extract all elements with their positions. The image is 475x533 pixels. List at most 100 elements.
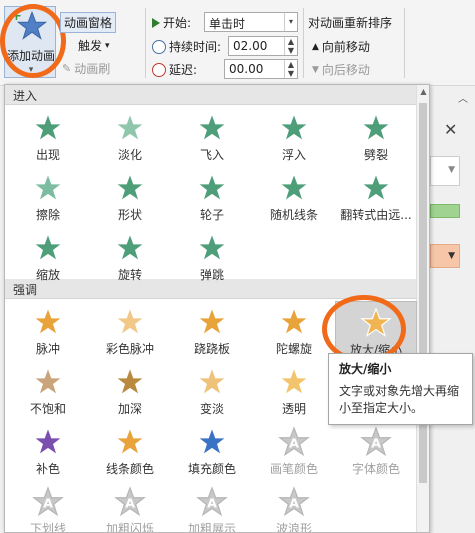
close-icon[interactable]: ✕ <box>444 120 457 139</box>
animation-effect-label: 填充颜色 <box>187 462 236 476</box>
spinner-icon[interactable]: ▲ ▼ <box>284 60 297 78</box>
star-effect-icon <box>32 172 64 203</box>
animation-effect-tile[interactable]: 补色 <box>7 421 89 479</box>
chevron-up-icon[interactable]: ︿ <box>458 90 468 105</box>
animation-effect-tile[interactable]: 旋转 <box>89 227 171 285</box>
move-later-label: 向后移动 <box>321 63 370 77</box>
letter-a-effect-icon: A <box>196 486 228 517</box>
animation-effect-label: 旋转 <box>117 268 142 282</box>
svg-text:A: A <box>125 497 135 512</box>
animation-effect-tile[interactable]: 擦除 <box>7 167 89 225</box>
scroll-up-icon[interactable]: ▲ <box>417 87 429 96</box>
star-effect-icon <box>114 366 146 397</box>
animation-effect-tile[interactable]: 跷跷板 <box>171 301 253 359</box>
section-header-entrance: 进入 <box>5 85 417 105</box>
play-icon <box>152 17 160 28</box>
animation-effect-tile[interactable]: 线条颜色 <box>89 421 171 479</box>
animation-effect-tile[interactable]: 淡化 <box>89 107 171 165</box>
animation-effect-label: 线条颜色 <box>105 462 154 476</box>
animation-effect-tile[interactable]: 缩放 <box>7 227 89 285</box>
move-later-button[interactable]: ▼ 向后移动 <box>312 61 370 78</box>
animation-effect-tile[interactable]: 加深 <box>89 361 171 419</box>
start-value: 单击时 <box>209 17 246 31</box>
animation-effect-label: 画笔颜色 <box>269 462 318 476</box>
chevron-down-icon: ▾ <box>284 13 297 31</box>
animation-effect-tile[interactable]: 填充颜色 <box>171 421 253 479</box>
star-effect-icon <box>32 306 64 337</box>
animation-effect-tile[interactable]: 浮入 <box>253 107 335 165</box>
trigger-label: 触发 <box>78 39 103 53</box>
duration-label: 持续时间: <box>152 38 221 55</box>
animation-painter-label: 动画刷 <box>74 62 111 76</box>
animation-effect-tile[interactable]: 弹跳 <box>171 227 253 285</box>
star-effect-icon <box>196 366 228 397</box>
star-effect-icon <box>196 172 228 203</box>
animation-effect-tile[interactable]: 劈裂 <box>335 107 417 165</box>
animation-painter-button[interactable]: ✎ 动画刷 <box>62 60 110 77</box>
animation-effect-tile[interactable]: 变淡 <box>171 361 253 419</box>
animation-effect-label: 跷跷板 <box>193 342 230 356</box>
animation-effect-label: 弹跳 <box>199 268 224 282</box>
letter-a-effect-icon: A <box>360 426 392 457</box>
letter-a-effect-icon: A <box>278 486 310 517</box>
letter-a-effect-icon: A <box>278 426 310 457</box>
star-effect-icon <box>32 232 64 263</box>
animation-effect-tile[interactable]: 不饱和 <box>7 361 89 419</box>
svg-text:A: A <box>289 497 299 512</box>
start-label-text: 开始: <box>163 16 192 30</box>
scroll-thumb[interactable] <box>419 103 427 483</box>
animation-effect-tile[interactable]: 形状 <box>89 167 171 225</box>
animation-effect-label: 加深 <box>117 402 142 416</box>
animation-effect-tile: A 下划线 <box>7 481 89 532</box>
animation-effect-label: 波浪形 <box>275 522 312 533</box>
animation-effect-label: 加粗展示 <box>187 522 236 533</box>
animation-effect-tile[interactable]: 飞入 <box>171 107 253 165</box>
start-label: 开始: <box>152 14 191 31</box>
pane-dropdown[interactable]: ▼ <box>430 156 460 186</box>
move-earlier-button[interactable]: ▲ 向前移动 <box>312 38 370 55</box>
chevron-down-icon: ▼ <box>448 251 455 261</box>
star-effect-icon <box>114 426 146 457</box>
animation-effect-tile[interactable]: 出现 <box>7 107 89 165</box>
start-select[interactable]: 单击时 ▾ <box>204 12 298 32</box>
triangle-down-icon: ▼ <box>312 64 319 75</box>
svg-text:A: A <box>43 497 53 512</box>
animation-effect-tile[interactable]: 彩色脉冲 <box>89 301 171 359</box>
animation-effect-tile[interactable]: 轮子 <box>171 167 253 225</box>
ribbon-separator <box>404 8 405 78</box>
trigger-button[interactable]: 触发 ▾ <box>78 37 110 54</box>
star-effect-icon <box>32 426 64 457</box>
animation-effect-label: 淡化 <box>117 148 142 162</box>
star-effect-icon <box>32 112 64 143</box>
highlight-circle-add <box>0 4 66 78</box>
delay-label-text: 延迟: <box>169 63 198 77</box>
duration-input[interactable]: 02.00 ▲ ▼ <box>228 36 298 56</box>
star-effect-icon <box>196 306 228 337</box>
animation-effect-label: 加粗闪烁 <box>105 522 154 533</box>
animation-effect-tile[interactable]: 翻转式由远... <box>335 167 417 225</box>
svg-text:A: A <box>207 497 217 512</box>
svg-text:A: A <box>289 437 299 452</box>
chevron-down-icon: ▼ <box>448 165 455 175</box>
selected-animation-item[interactable]: ▼ <box>430 244 460 268</box>
reorder-title: 对动画重新排序 <box>308 14 392 31</box>
triangle-up-icon: ▲ <box>312 41 319 52</box>
ribbon-separator <box>145 8 146 78</box>
gallery-scrollbar[interactable]: ▲ <box>416 85 429 532</box>
animation-pane-button[interactable]: 动画窗格 <box>60 12 117 33</box>
delay-label: 延迟: <box>152 61 197 78</box>
animation-effect-label: 出现 <box>35 148 60 162</box>
star-effect-icon <box>114 172 146 203</box>
animation-effect-label: 轮子 <box>199 208 224 222</box>
spinner-icon[interactable]: ▲ ▼ <box>284 37 297 55</box>
star-effect-icon <box>278 112 310 143</box>
delay-input[interactable]: 00.00 ▲ ▼ <box>224 59 298 79</box>
animations-ribbon: + 添加动画 ▾ 动画窗格 触发 ▾ ✎ 动画刷 开始: 单击时 ▾ 持续时间:… <box>0 0 475 86</box>
animation-effect-label: 翻转式由远... <box>340 208 412 222</box>
letter-a-effect-icon: A <box>114 486 146 517</box>
animation-effect-tile[interactable]: 随机线条 <box>253 167 335 225</box>
star-effect-icon <box>32 366 64 397</box>
animation-effect-tile[interactable]: 透明 <box>253 361 335 419</box>
svg-text:A: A <box>371 437 381 452</box>
animation-effect-tile[interactable]: 脉冲 <box>7 301 89 359</box>
